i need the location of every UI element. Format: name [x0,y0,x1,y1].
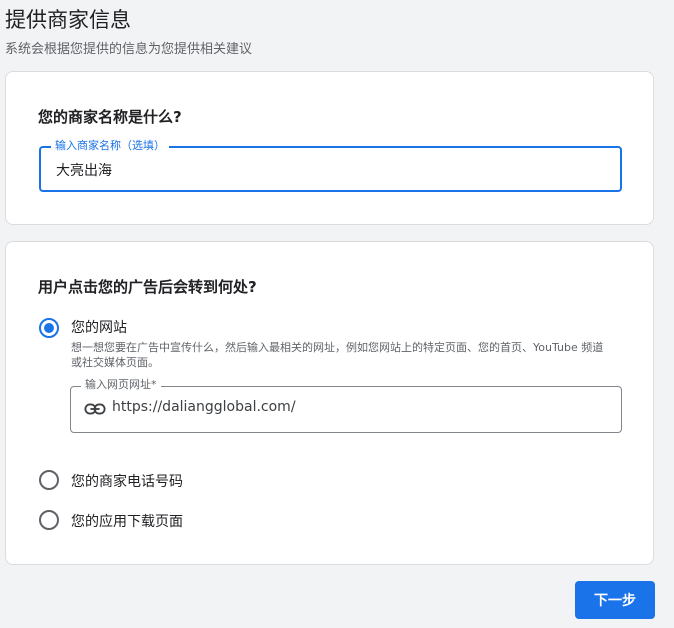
radio-website[interactable] [39,318,59,338]
url-input[interactable]: https://daliangglobal.com/ [112,399,296,415]
page-subtitle: 系统会根据您提供的信息为您提供相关建议 [5,42,253,57]
radio-label-phone[interactable]: 您的商家电话号码 [71,471,183,491]
page-title: 提供商家信息 [5,8,131,32]
radio-phone[interactable] [39,470,59,490]
website-description: 想一想您要在广告中宣传什么，然后输入最相关的网址，例如您网站上的特定页面、您的首… [71,341,604,369]
radio-label-app[interactable]: 您的应用下载页面 [71,511,183,531]
link-icon [84,403,106,415]
radio-label-website[interactable]: 您的网站 [71,317,127,337]
business-name-field[interactable]: 输入商家名称（选填） 大亮出海 [39,139,622,192]
business-name-field-label: 输入商家名称（选填） [51,139,169,153]
business-name-card: 您的商家名称是什么? 输入商家名称（选填） 大亮出海 [5,71,654,225]
business-name-input[interactable]: 大亮出海 [56,160,112,180]
url-field[interactable]: 输入网页网址* https://daliangglobal.com/ [70,378,622,433]
business-name-question: 您的商家名称是什么? [38,108,182,126]
destination-question: 用户点击您的广告后会转到何处? [38,278,257,296]
radio-app[interactable] [39,510,59,530]
next-button[interactable]: 下一步 [575,581,655,619]
destination-card: 用户点击您的广告后会转到何处? 您的网站 想一想您要在广告中宣传什么，然后输入最… [5,241,654,565]
url-field-label: 输入网页网址* [81,378,161,392]
